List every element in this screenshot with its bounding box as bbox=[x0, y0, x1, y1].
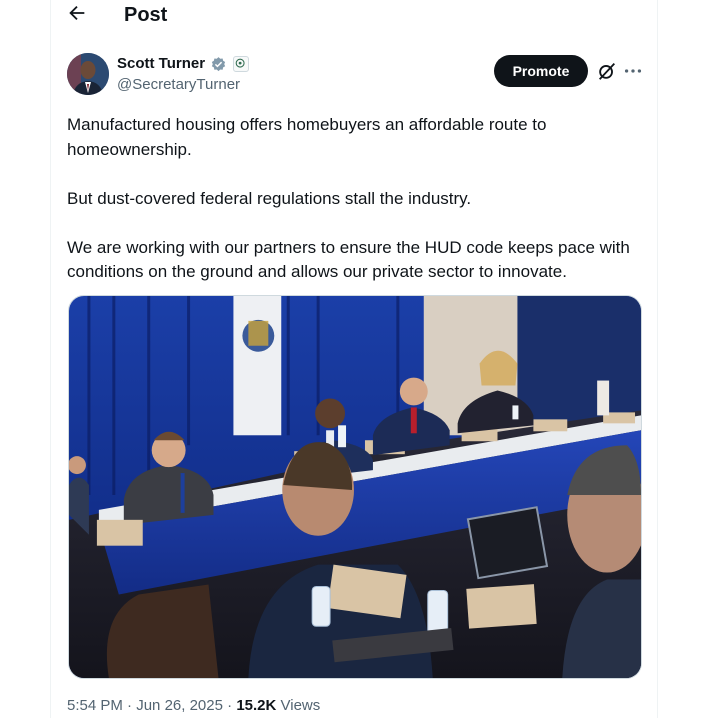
views-label: Views bbox=[280, 697, 321, 714]
header: Post bbox=[51, 0, 657, 34]
grok-button[interactable] bbox=[596, 60, 618, 82]
promote-button[interactable]: Promote bbox=[494, 55, 588, 87]
author-handle[interactable]: @SecretaryTurner bbox=[117, 76, 240, 93]
post-date[interactable]: Jun 26, 2025 bbox=[136, 697, 223, 714]
post-paragraph: We are working with our partners to ensu… bbox=[67, 237, 630, 282]
author-name[interactable]: Scott Turner bbox=[117, 55, 205, 72]
arrow-left-icon bbox=[69, 5, 85, 21]
meta-separator: · bbox=[227, 697, 233, 714]
post-time[interactable]: 5:54 PM bbox=[67, 697, 123, 714]
verified-badge-icon bbox=[211, 57, 226, 72]
back-button[interactable] bbox=[66, 2, 92, 28]
more-button[interactable] bbox=[622, 60, 644, 82]
post-paragraph: But dust-covered federal regulations sta… bbox=[67, 188, 472, 208]
post-text: Manufactured housing offers homebuyers a… bbox=[67, 113, 647, 309]
avatar[interactable] bbox=[67, 53, 109, 95]
post-column: Post Scott Turner @SecretaryTurner Promo… bbox=[50, 0, 658, 718]
meta-separator: · bbox=[127, 697, 133, 714]
government-affiliation-icon[interactable] bbox=[233, 56, 249, 72]
views-count[interactable]: 15.2K bbox=[236, 697, 276, 714]
post-paragraph: Manufactured housing offers homebuyers a… bbox=[67, 115, 547, 159]
post-meta: 5:54 PM · Jun 26, 2025 · 15.2K Views bbox=[67, 697, 320, 714]
grok-icon bbox=[598, 63, 616, 80]
post-photo[interactable] bbox=[68, 295, 642, 679]
more-icon bbox=[624, 69, 642, 73]
page-title: Post bbox=[124, 4, 168, 26]
